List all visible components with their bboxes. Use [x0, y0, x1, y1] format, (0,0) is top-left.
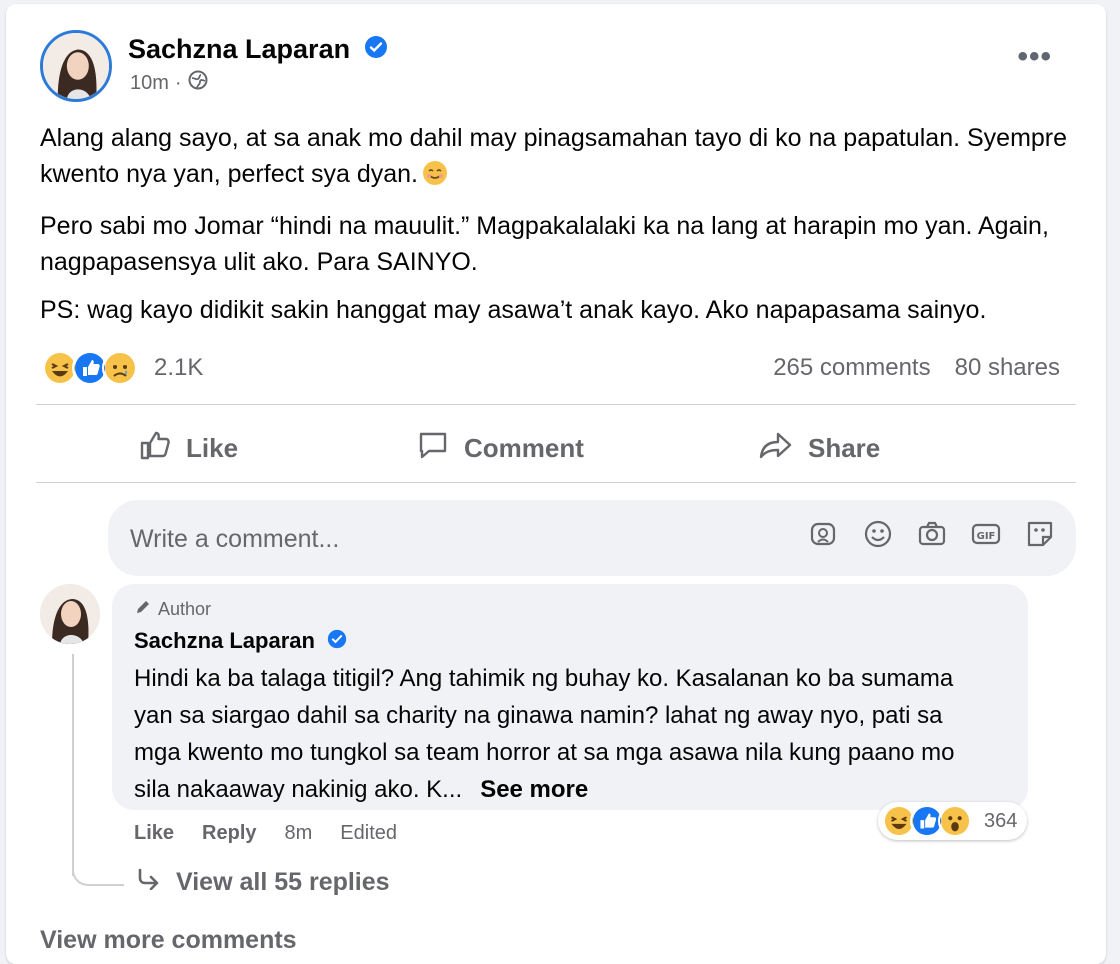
comment-reply-button[interactable]: Reply — [202, 822, 256, 845]
comment-like-button[interactable]: Like — [134, 822, 174, 845]
post-stats: 265 comments 80 shares — [773, 354, 1060, 382]
view-replies-link[interactable]: View all 55 replies — [136, 868, 390, 897]
comment-button[interactable]: Comment — [416, 428, 584, 468]
meta-separator: · — [174, 71, 182, 94]
post-reactions[interactable]: 2.1K — [42, 350, 203, 386]
verified-icon — [327, 629, 347, 655]
post-paragraph: Alang alang sayo, at sa anak mo dahil ma… — [40, 120, 1090, 196]
like-label: Like — [186, 432, 239, 463]
thread-connector — [72, 844, 124, 886]
globe-icon[interactable] — [188, 70, 208, 96]
post-author-label[interactable]: Sachzna Laparan — [128, 34, 350, 64]
verified-icon — [364, 35, 388, 66]
more-options-button[interactable]: ••• — [1017, 40, 1052, 74]
camera-icon[interactable] — [916, 518, 948, 550]
emoji-icon[interactable] — [862, 518, 894, 550]
commenter-avatar[interactable] — [40, 584, 100, 644]
wow-reaction-icon — [938, 804, 972, 838]
post-time[interactable]: 10m — [130, 72, 169, 95]
comment-label: Comment — [464, 432, 584, 463]
thumbs-up-icon — [138, 428, 172, 469]
smiling-emoji-icon — [422, 160, 448, 196]
author-avatar[interactable] — [40, 30, 112, 102]
comment-reaction-count: 364 — [984, 809, 1018, 832]
sad-reaction-icon — [102, 350, 138, 386]
svg-text:GIF: GIF — [977, 531, 996, 542]
comment-text: Hindi ka ba talaga titigil? Ang tahimik … — [134, 660, 994, 808]
reaction-count[interactable]: 2.1K — [154, 354, 203, 382]
pencil-icon — [134, 598, 152, 621]
post-card: Sachzna Laparan 10m · ••• Alang alang sa… — [6, 4, 1106, 964]
avatar-sticker-icon[interactable] — [808, 518, 840, 550]
comment-reactions[interactable]: 364 — [878, 802, 1028, 840]
comment-input[interactable] — [128, 518, 772, 560]
divider — [36, 404, 1076, 405]
author-badge-label: Author — [158, 599, 212, 619]
view-replies-label: View all 55 replies — [176, 868, 390, 896]
post-paragraph: Pero sabi mo Jomar “hindi na mauulit.” M… — [40, 212, 1049, 276]
share-icon — [758, 428, 794, 469]
comment-time[interactable]: 8m — [285, 822, 313, 845]
post-meta: 10m · — [130, 70, 208, 96]
comment-bubble: Author Sachzna Laparan Hindi ka ba talag… — [112, 584, 1028, 810]
post-paragraph: PS: wag kayo didikit sakin hanggat may a… — [40, 296, 987, 324]
gif-icon[interactable]: GIF — [970, 518, 1002, 550]
post-author-name[interactable]: Sachzna Laparan — [128, 34, 388, 66]
share-button[interactable]: Share — [758, 428, 880, 468]
like-button[interactable]: Like — [138, 428, 238, 468]
reply-arrow-icon — [136, 868, 160, 897]
divider — [36, 482, 1076, 483]
comment-actions: Like Reply 8m Edited — [134, 822, 397, 845]
author-badge: Author — [134, 598, 211, 621]
share-label: Share — [808, 432, 881, 463]
comment-author-name[interactable]: Sachzna Laparan — [134, 628, 347, 655]
comments-count[interactable]: 265 comments — [773, 354, 930, 382]
sticker-icon[interactable] — [1024, 518, 1056, 550]
shares-count[interactable]: 80 shares — [955, 354, 1060, 382]
comment-icon — [416, 428, 450, 469]
thread-line — [72, 654, 74, 876]
comment-author-label[interactable]: Sachzna Laparan — [134, 628, 315, 653]
post-body: Alang alang sayo, at sa anak mo dahil ma… — [40, 120, 1090, 340]
see-more-link[interactable]: See more — [480, 776, 588, 803]
view-more-comments-link[interactable]: View more comments — [40, 926, 297, 955]
comment-composer: GIF — [108, 500, 1076, 576]
comment-edited-label[interactable]: Edited — [340, 822, 397, 845]
